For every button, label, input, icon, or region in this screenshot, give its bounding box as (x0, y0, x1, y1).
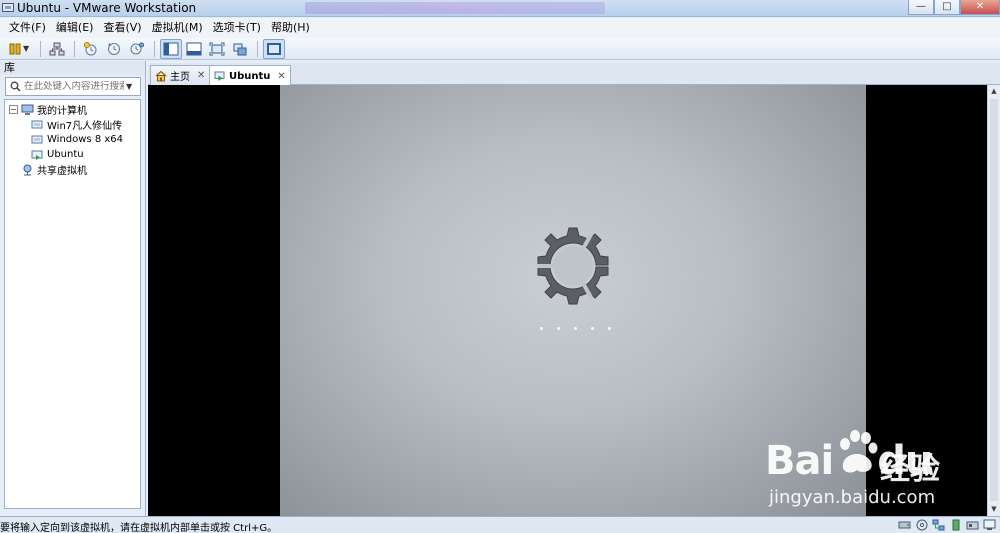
console-view-icon (267, 42, 282, 55)
tab-close-icon[interactable]: ✕ (197, 70, 205, 81)
tab-ubuntu[interactable]: Ubuntu ✕ (209, 65, 291, 86)
power-dropdown-icon[interactable]: ▼ (23, 44, 29, 53)
tree-item-vm-ubuntu[interactable]: Ubuntu (5, 147, 140, 162)
maximize-button[interactable]: □ (934, 0, 960, 15)
status-bar: 要将输入定向到该虚拟机，请在虚拟机内部单击或按 Ctrl+G。 (0, 516, 1000, 533)
vertical-scrollbar[interactable]: ▲ ▼ (987, 85, 1000, 516)
collapse-icon[interactable]: − (9, 105, 18, 114)
home-icon (155, 70, 167, 82)
title-bar: Ubuntu - VMware Workstation — □ ✕ (0, 0, 1000, 17)
computer-icon (21, 104, 34, 116)
usb-device-icon[interactable] (949, 519, 962, 531)
background-taskbar-glow (305, 2, 605, 14)
shared-vm-icon (21, 164, 34, 176)
toolbar-separator (74, 40, 76, 57)
thumbnail-bar-button[interactable] (183, 39, 205, 59)
watermark-cn: 经验 (880, 452, 940, 487)
library-tree: − 我的计算机 Win7凡人修仙传 Windows 8 x64 Ubuntu 共… (4, 99, 141, 509)
snapshot-network-icon (49, 42, 65, 55)
fullscreen-button[interactable] (206, 39, 228, 59)
menu-view[interactable]: 查看(V) (98, 18, 146, 38)
display-icon[interactable] (983, 519, 996, 531)
network-button[interactable] (46, 39, 68, 59)
loading-dot (540, 327, 543, 330)
menu-vm[interactable]: 虚拟机(M) (147, 18, 208, 38)
tab-label: Ubuntu (229, 70, 271, 82)
unity-icon (233, 43, 247, 55)
library-panel: 库 ▼ − 我的计算机 Win7凡人修仙传 Windows 8 x64 (0, 61, 146, 516)
minimize-button[interactable]: — (908, 0, 934, 15)
vm-running-icon (214, 70, 226, 82)
loading-dot (608, 327, 611, 330)
vm-icon (31, 119, 44, 131)
tab-strip: 主页 ✕ Ubuntu ✕ (148, 63, 1000, 86)
toolbar: ▼ (0, 38, 1000, 60)
snapshot-take-icon (84, 41, 97, 55)
library-view-button[interactable] (160, 38, 183, 59)
tree-item-shared-vms[interactable]: 共享虚拟机 (5, 162, 140, 177)
close-button[interactable]: ✕ (960, 0, 1000, 15)
scrollbar-thumb[interactable] (990, 99, 998, 501)
revert-snapshot-button[interactable] (103, 39, 125, 59)
unity-button[interactable] (229, 39, 251, 59)
snapshot-manager-button[interactable] (126, 39, 148, 59)
tree-item-label: 我的计算机 (37, 106, 87, 117)
loading-dot (557, 327, 560, 330)
tab-home[interactable]: 主页 ✕ (150, 65, 211, 85)
vm-icon (31, 134, 44, 146)
loading-dot (591, 327, 594, 330)
tab-close-icon[interactable]: ✕ (277, 71, 285, 82)
sound-card-icon[interactable] (966, 519, 979, 531)
vm-running-icon (31, 149, 44, 161)
tree-item-label: Windows 8 x64 (47, 134, 124, 145)
thumbnail-bar-icon (186, 42, 202, 55)
cd-dvd-icon[interactable] (915, 519, 928, 531)
loading-gear-icon (537, 227, 609, 305)
menu-bar: 文件(F) 编辑(E) 查看(V) 虚拟机(M) 选项卡(T) 帮助(H) (0, 18, 1000, 38)
console-view-button[interactable] (263, 38, 286, 59)
library-title: 库 (0, 61, 145, 75)
menu-file[interactable]: 文件(F) (4, 18, 51, 38)
scroll-down-icon[interactable]: ▼ (988, 503, 1000, 516)
network-adapter-icon[interactable] (932, 519, 945, 531)
snapshot-manager-icon (130, 42, 145, 54)
loading-dots (540, 327, 611, 330)
tree-item-vm-windows8[interactable]: Windows 8 x64 (5, 132, 140, 147)
fullscreen-icon (209, 42, 225, 55)
tree-item-label: Win7凡人修仙传 (47, 121, 123, 132)
search-dropdown-icon[interactable]: ▼ (126, 82, 132, 91)
scroll-up-icon[interactable]: ▲ (988, 85, 1000, 98)
library-search-input[interactable] (24, 81, 124, 92)
snapshot-revert-icon (108, 42, 121, 55)
loading-dot (574, 327, 577, 330)
take-snapshot-button[interactable] (80, 39, 102, 59)
tree-item-label: Ubuntu (47, 149, 84, 160)
tree-item-my-computer[interactable]: − 我的计算机 (5, 102, 140, 117)
tab-label: 主页 (170, 72, 190, 83)
menu-tabs[interactable]: 选项卡(T) (208, 18, 266, 38)
toolbar-separator (40, 40, 42, 57)
menu-help[interactable]: 帮助(H) (266, 18, 315, 38)
watermark-url: jingyan.baidu.com (769, 487, 936, 508)
toolbar-separator (154, 40, 156, 57)
tree-item-label: 共享虚拟机 (37, 166, 87, 177)
window-title: Ubuntu - VMware Workstation (17, 1, 197, 15)
tree-item-vm-win7[interactable]: Win7凡人修仙传 (5, 117, 140, 132)
search-icon (6, 81, 24, 92)
hard-disk-icon[interactable] (898, 519, 911, 531)
status-message: 要将输入定向到该虚拟机，请在虚拟机内部单击或按 Ctrl+G。 (0, 523, 278, 533)
library-search-box[interactable]: ▼ (5, 77, 141, 96)
library-view-icon (163, 42, 179, 55)
toolbar-separator (257, 40, 259, 57)
baidu-jingyan-watermark: Bai du 经验 jingyan.baidu.com (765, 430, 965, 515)
menu-edit[interactable]: 编辑(E) (51, 18, 99, 38)
power-icon (9, 43, 21, 54)
vmware-app-icon (2, 3, 14, 12)
